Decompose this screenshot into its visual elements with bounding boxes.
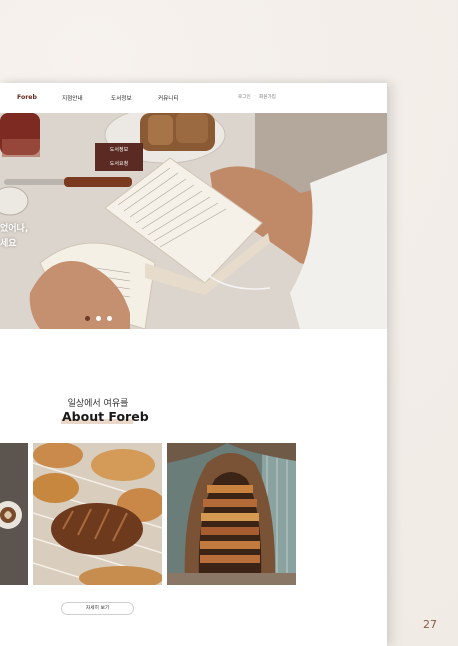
website-mockup: Foreb 지점안내 도서정보 커뮤니티 로그인 · 회원가입 었어나, 세요 … bbox=[0, 83, 387, 646]
about-title: About Foreb bbox=[62, 409, 149, 424]
slider-dot[interactable] bbox=[96, 316, 101, 321]
slider-dot[interactable] bbox=[85, 316, 90, 321]
page-number: 27 bbox=[423, 618, 437, 631]
top-navigation: Foreb 지점안내 도서정보 커뮤니티 로그인 · 회원가입 bbox=[0, 83, 387, 113]
about-subtitle: 일상에서 여유를 bbox=[67, 399, 129, 409]
nav-item-books[interactable]: 도서정보 bbox=[111, 94, 132, 102]
signup-link[interactable]: 회원가입 bbox=[259, 94, 276, 100]
books-dropdown-menu: 도서정보 도서요청 bbox=[95, 143, 143, 171]
site-logo[interactable]: Foreb bbox=[17, 94, 37, 101]
hero-slider-dots bbox=[85, 316, 118, 321]
hero-text-line-2: 세요 bbox=[0, 239, 17, 249]
nav-item-community[interactable]: 커뮤니티 bbox=[158, 94, 179, 102]
dropdown-item-book-request[interactable]: 도서요청 bbox=[95, 160, 143, 167]
login-link[interactable]: 로그인 bbox=[238, 94, 251, 100]
dropdown-item-book-info[interactable]: 도서정보 bbox=[95, 146, 143, 153]
croissant-image[interactable] bbox=[33, 443, 162, 585]
hero-text-line-1: 었어나, bbox=[0, 224, 29, 234]
hero-banner: 었어나, 세요 도서정보 도서요청 bbox=[0, 113, 387, 329]
nav-item-branches[interactable]: 지점안내 bbox=[62, 94, 83, 102]
slider-dot[interactable] bbox=[107, 316, 112, 321]
auth-separator: · bbox=[254, 94, 256, 99]
hero-photo bbox=[0, 113, 387, 329]
bookshelf-tree-image[interactable] bbox=[167, 443, 296, 585]
coffee-cup-image[interactable] bbox=[0, 443, 28, 585]
see-more-button[interactable]: 자세히 보기 bbox=[61, 602, 134, 615]
